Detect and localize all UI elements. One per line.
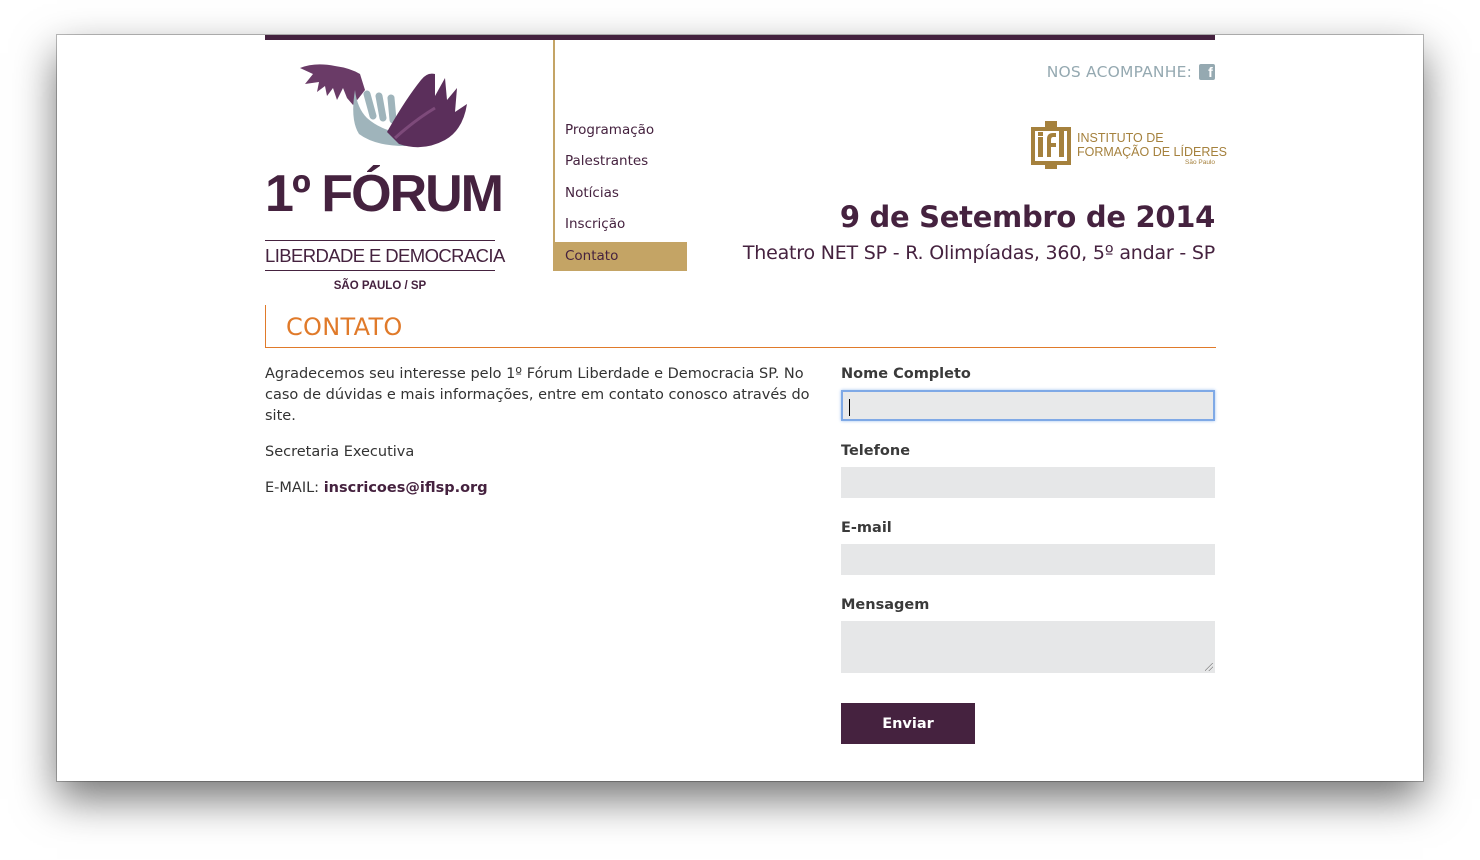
- event-place: Theatro NET SP - R. Olimpíadas, 360, 5º …: [742, 242, 1215, 264]
- submit-button[interactable]: Enviar: [841, 703, 975, 744]
- contact-info: Agradecemos seu interesse pelo 1º Fórum …: [265, 364, 835, 514]
- ifl-line1: INSTITUTO DE: [1077, 131, 1164, 145]
- ifl-name: INSTITUTO DE FORMAÇÃO DE LÍDERES: [1077, 131, 1227, 159]
- name-field[interactable]: [841, 390, 1215, 421]
- hands-dove-icon: [300, 64, 467, 148]
- follow-label: NOS ACOMPANHE:: [1046, 63, 1192, 81]
- intro-text: Agradecemos seu interesse pelo 1º Fórum …: [265, 366, 810, 424]
- forum-logo[interactable]: 1º FÓRUM LIBERDADE E DEMOCRACIA SÃO PAUL…: [265, 60, 505, 292]
- main-nav: Programação Palestrantes Notícias Inscri…: [553, 40, 689, 271]
- ifl-logo[interactable]: INSTITUTO DE FORMAÇÃO DE LÍDERES São Pau…: [1031, 119, 1227, 169]
- ifl-line2: FORMAÇÃO DE LÍDERES: [1077, 145, 1228, 159]
- social-follow: NOS ACOMPANHE: f: [1047, 62, 1215, 82]
- ifl-city: São Paulo: [1185, 159, 1215, 166]
- email-field[interactable]: [841, 544, 1215, 575]
- logo-city: SÃO PAULO / SP: [333, 280, 427, 292]
- nav-item-contato[interactable]: Contato: [553, 242, 687, 271]
- phone-label: Telefone: [841, 443, 911, 459]
- section-header: CONTATO: [265, 305, 1216, 348]
- page-title: CONTATO: [286, 313, 403, 341]
- message-field[interactable]: [841, 621, 1215, 673]
- event-date: 9 de Setembro de 2014: [839, 200, 1215, 234]
- resize-handle-icon[interactable]: [1205, 663, 1213, 671]
- ifl-mark-icon: [1031, 121, 1071, 169]
- nav-item-programacao[interactable]: Programação: [553, 116, 687, 145]
- nav-item-palestrantes[interactable]: Palestrantes: [553, 147, 687, 176]
- secretaria-text: Secretaria Executiva: [265, 444, 415, 460]
- logo-title: 1º FÓRUM: [265, 165, 504, 223]
- text-caret: [849, 399, 850, 416]
- email-line: E-MAIL: inscricoes@iflsp.org: [265, 478, 835, 499]
- logo-subtitle: LIBERDADE E DEMOCRACIA: [265, 240, 505, 271]
- email-label: E-MAIL:: [265, 480, 320, 496]
- name-label: Nome Completo: [841, 366, 971, 382]
- email-link[interactable]: inscricoes@iflsp.org: [324, 480, 488, 496]
- contact-form: Nome Completo Telefone E-mail Mensagem E…: [841, 364, 1215, 744]
- browser-page: 1º FÓRUM LIBERDADE E DEMOCRACIA SÃO PAUL…: [57, 35, 1423, 781]
- top-bar: [265, 35, 1215, 40]
- facebook-icon[interactable]: f: [1199, 64, 1215, 80]
- phone-field[interactable]: [841, 467, 1215, 498]
- nav-item-noticias[interactable]: Notícias: [553, 179, 687, 208]
- nav-item-inscricao[interactable]: Inscrição: [553, 210, 687, 239]
- email-field-label: E-mail: [841, 520, 892, 536]
- message-label: Mensagem: [841, 597, 930, 613]
